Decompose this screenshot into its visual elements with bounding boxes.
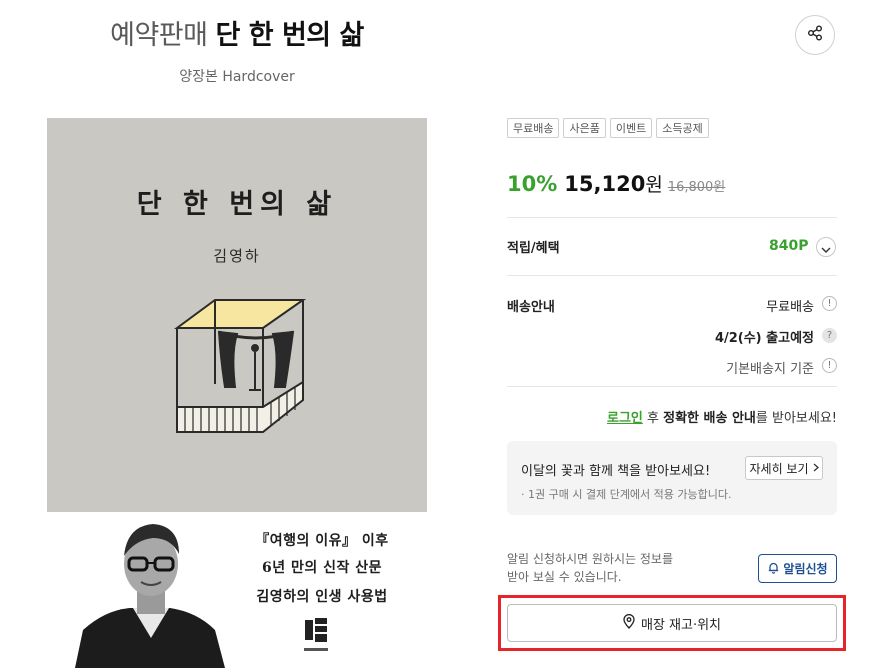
binding-subtitle: 양장본 Hardcover xyxy=(179,69,295,85)
divider xyxy=(507,275,837,276)
bell-icon xyxy=(767,561,780,577)
delivery-label: 배송안내 xyxy=(507,300,555,315)
gift-note: · 1권 구매 시 결제 단계에서 적용 가능합니다. xyxy=(521,488,732,501)
info-icon[interactable]: ! xyxy=(822,358,837,373)
alarm-request-label: 알림신청 xyxy=(783,562,828,576)
stage-illustration xyxy=(173,299,307,433)
login-link[interactable]: 로그인 xyxy=(607,411,643,426)
benefit-badges: 무료배송 사은품 이벤트 소득공제 xyxy=(507,118,709,138)
login-notice-strong: 정확한 배송 안내 xyxy=(663,411,756,426)
discount-rate: 10% xyxy=(507,172,558,196)
see-details-label: 자세히 보기 xyxy=(749,461,809,476)
alarm-text-line: 받아 보실 수 있습니다. xyxy=(507,570,622,584)
login-notice: 로그인 후 정확한 배송 안내를 받아보세요! xyxy=(507,407,837,426)
badge-free-shipping: 무료배송 xyxy=(507,118,560,138)
cover-title: 단 한 번의 삶 xyxy=(136,189,338,220)
points-value: 840P xyxy=(769,238,809,254)
publisher-logo xyxy=(304,618,328,651)
price-currency: 원 xyxy=(645,174,663,196)
see-details-button[interactable]: 자세히 보기 xyxy=(745,456,823,480)
author-portrait xyxy=(75,524,225,668)
divider xyxy=(507,386,837,387)
points-label: 적립/혜택 xyxy=(507,241,560,256)
sale-price: 15,120 xyxy=(564,172,646,196)
share-button[interactable] xyxy=(795,15,835,55)
badge-gift: 사은품 xyxy=(563,118,606,138)
badge-tax-deduction: 소득공제 xyxy=(656,118,709,138)
cover-line: 6년 만의 신작 산문 xyxy=(261,560,383,576)
divider xyxy=(507,217,837,218)
share-icon xyxy=(806,24,824,46)
product-title-row: 예약판매 단 한 번의 삶 xyxy=(0,14,474,58)
cover-line: 『여행의 이유』 이후 xyxy=(255,533,389,549)
login-notice-text: 후 xyxy=(642,411,664,426)
alarm-request-button[interactable]: 알림신청 xyxy=(758,554,837,583)
badge-event: 이벤트 xyxy=(609,118,653,138)
book-cover-image[interactable]: 단 한 번의 삶 김영하 『여행의 이유』 이후 6년 만의 신작 산문 김영하… xyxy=(47,118,427,668)
location-pin-icon xyxy=(623,613,635,633)
pre-order-label: 예약판매 xyxy=(110,20,208,51)
page-title: 단 한 번의 삶 xyxy=(215,20,364,51)
info-icon[interactable]: ! xyxy=(822,296,837,311)
store-stock-label: 매장 재고·위치 xyxy=(640,617,722,633)
help-icon[interactable]: ? xyxy=(822,328,837,343)
chevron-right-icon xyxy=(813,461,819,475)
points-expand-button[interactable] xyxy=(816,237,836,257)
ship-date: 4/2(수) 출고예정 xyxy=(714,331,814,346)
gift-title: 이달의 꽃과 함께 책을 받아보세요! xyxy=(521,464,711,479)
chevron-down-icon xyxy=(821,238,831,257)
store-stock-location-button[interactable]: 매장 재고·위치 xyxy=(507,604,837,642)
cover-author: 김영하 xyxy=(213,247,261,265)
shipping-base-address[interactable]: 기본배송지 기준 xyxy=(680,358,814,377)
cover-line: 김영하의 인생 사용법 xyxy=(256,589,388,605)
free-shipping-text: 무료배송 xyxy=(766,300,814,315)
cover-bottom-panel: 『여행의 이유』 이후 6년 만의 신작 산문 김영하의 인생 사용법 xyxy=(47,512,427,668)
original-price: 16,800원 xyxy=(667,180,726,195)
gift-promo-box: 이달의 꽃과 함께 책을 받아보세요! · 1권 구매 시 결제 단계에서 적용… xyxy=(507,441,837,515)
price-row: 10% 15,120 원 16,800원 xyxy=(507,170,725,197)
login-notice-end: 를 받아보세요! xyxy=(755,411,837,426)
cover-top-panel: 단 한 번의 삶 김영하 xyxy=(47,118,427,512)
alarm-text-line: 알림 신청하시면 원하시는 정보를 xyxy=(507,552,674,566)
alarm-description: 알림 신청하시면 원하시는 정보를 받아 보실 수 있습니다. xyxy=(507,550,673,586)
